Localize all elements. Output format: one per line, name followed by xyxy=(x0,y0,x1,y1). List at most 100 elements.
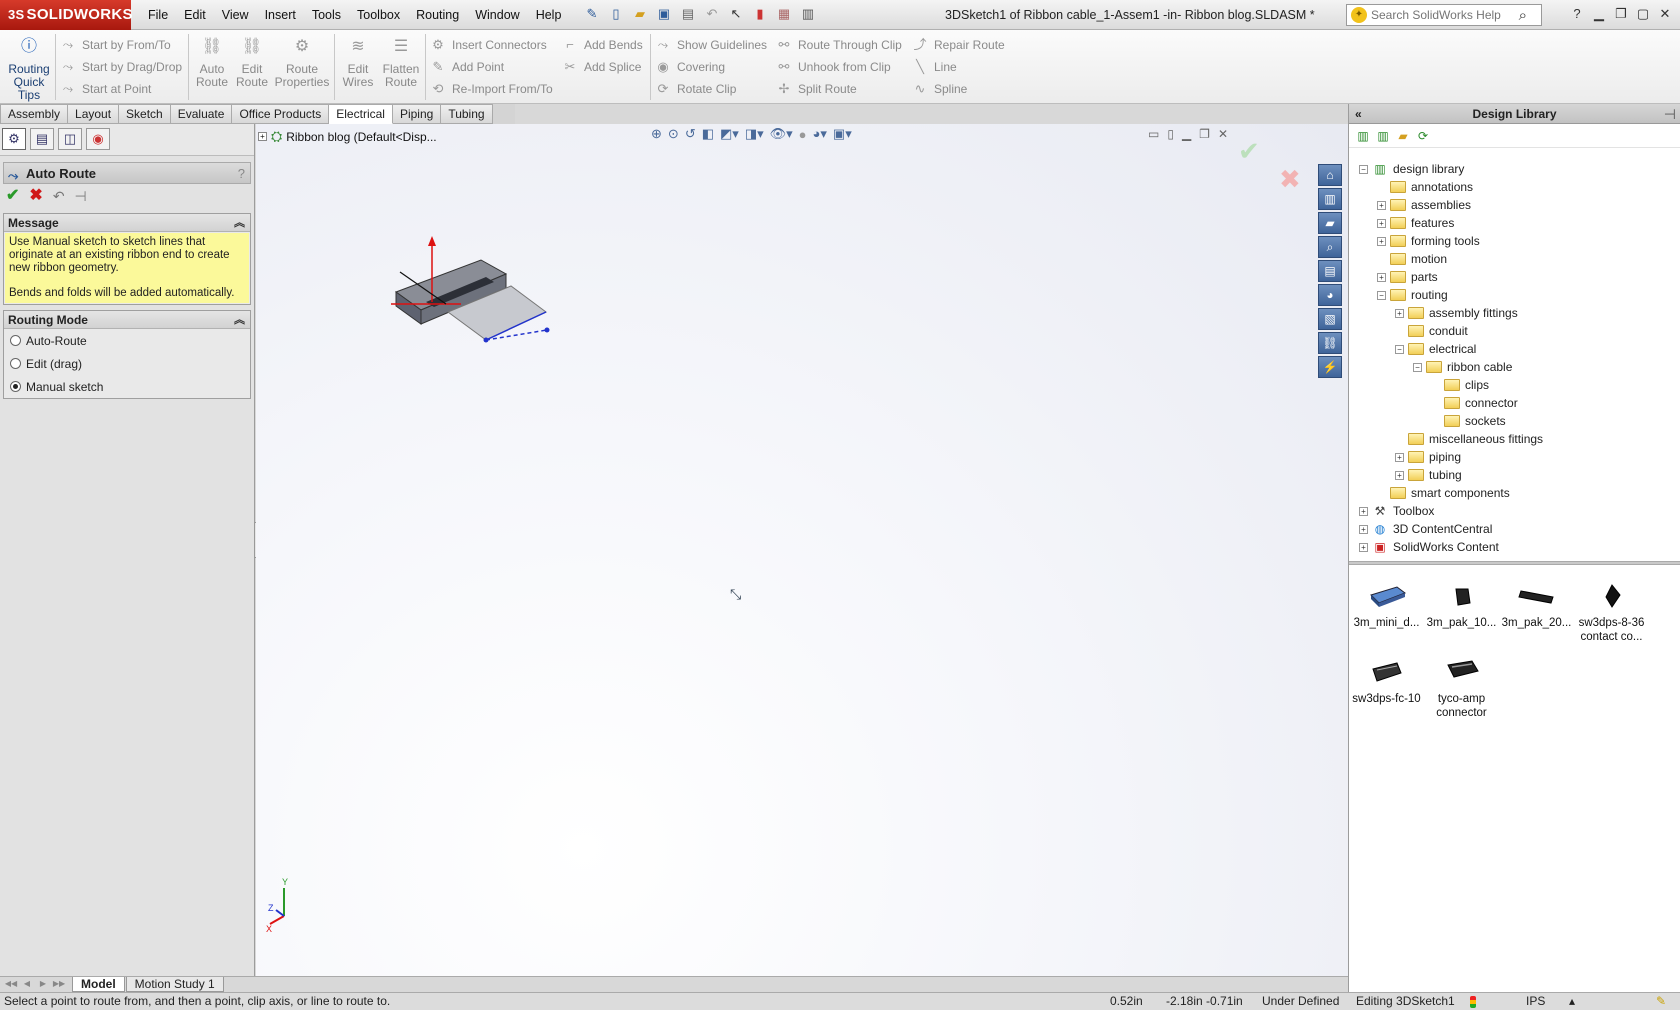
tree-node[interactable]: +piping xyxy=(1349,448,1680,466)
unhook-from-clip-button[interactable]: ⚯Unhook from Clip xyxy=(776,56,902,78)
feature-tree-flyout[interactable]: + ⛭ Ribbon blog (Default<Disp... xyxy=(258,128,437,145)
tree-node[interactable]: smart components xyxy=(1349,484,1680,502)
tree-node[interactable]: −routing xyxy=(1349,286,1680,304)
pane-splitter[interactable] xyxy=(1349,561,1680,565)
first-tab-icon[interactable]: ◀◀ xyxy=(4,977,18,991)
route-properties-button[interactable]: ⚙ Route Properties xyxy=(274,40,330,89)
collapse-pane-icon[interactable]: « xyxy=(1355,104,1362,124)
spline-button[interactable]: ∿Spline xyxy=(912,78,1005,100)
expand-icon[interactable]: + xyxy=(1359,507,1368,516)
expand-icon[interactable]: + xyxy=(1377,201,1386,210)
mode-auto-route-option[interactable]: Auto-Route xyxy=(4,329,250,352)
tree-node[interactable]: +features xyxy=(1349,214,1680,232)
tab-sketch[interactable]: Sketch xyxy=(119,104,171,124)
expand-icon[interactable]: + xyxy=(1377,237,1386,246)
refresh-icon[interactable]: ⟳ xyxy=(1415,128,1431,144)
radio-button[interactable] xyxy=(10,335,21,346)
tree-node[interactable]: +tubing xyxy=(1349,466,1680,484)
routing-library-icon[interactable]: ⛓ xyxy=(1318,332,1342,354)
rotate-clip-button[interactable]: ⟳Rotate Clip xyxy=(655,78,767,100)
expand-icon[interactable]: + xyxy=(1377,219,1386,228)
tab-layout[interactable]: Layout xyxy=(68,104,119,124)
message-header[interactable]: Message ︽ xyxy=(4,214,250,232)
edit-route-button[interactable]: ⛓ Edit Route xyxy=(232,40,272,89)
routing-quick-tips-button[interactable]: ⓘ Routing Quick Tips xyxy=(6,40,52,102)
collapse-icon[interactable]: − xyxy=(1377,291,1386,300)
ok-check-icon[interactable]: ✔ xyxy=(6,188,19,204)
viewport-restore-icon[interactable]: ❐ xyxy=(1199,127,1210,141)
split-route-button[interactable]: ✢Split Route xyxy=(776,78,902,100)
options-icon[interactable]: ▥ xyxy=(799,5,817,23)
split-view-icon[interactable]: ▯ xyxy=(1167,127,1174,141)
collapse-chevron-icon[interactable]: ︽ xyxy=(234,214,245,232)
next-tab-icon[interactable]: ▶ xyxy=(36,977,50,991)
library-item[interactable]: 3m_pak_20... xyxy=(1499,576,1574,652)
search-results-icon[interactable]: ⌕ xyxy=(1318,236,1342,258)
tree-node[interactable]: +assembly fittings xyxy=(1349,304,1680,322)
help-icon[interactable]: ? xyxy=(238,163,245,184)
library-item[interactable]: sw3dps-8-36 contact co... xyxy=(1574,576,1649,652)
pushpin-icon[interactable]: ⊣ xyxy=(75,188,87,204)
pushpin-icon[interactable]: ⊣ xyxy=(1664,104,1676,124)
expand-icon[interactable]: + xyxy=(1359,525,1368,534)
tree-node[interactable]: −electrical xyxy=(1349,340,1680,358)
add-splice-button[interactable]: ✂Add Splice xyxy=(562,56,643,78)
library-item[interactable]: sw3dps-fc-10 xyxy=(1349,652,1424,728)
tab-motion-study[interactable]: Motion Study 1 xyxy=(126,977,224,992)
menu-tools[interactable]: Tools xyxy=(304,0,349,30)
file-explorer-icon[interactable]: ▰ xyxy=(1318,212,1342,234)
expand-icon[interactable]: + xyxy=(1395,471,1404,480)
library-item[interactable]: tyco-amp connector xyxy=(1424,652,1499,728)
show-guidelines-button[interactable]: ⤳Show Guidelines xyxy=(655,34,767,56)
view-orientation-icon[interactable]: ◩▾ xyxy=(720,126,739,142)
tree-node[interactable]: annotations xyxy=(1349,178,1680,196)
menu-help[interactable]: Help xyxy=(528,0,570,30)
menu-toolbox[interactable]: Toolbox xyxy=(349,0,408,30)
collapse-icon[interactable]: − xyxy=(1359,165,1368,174)
expand-icon[interactable]: + xyxy=(1395,309,1404,318)
design-library-icon[interactable]: ▥ xyxy=(1318,188,1342,210)
print-icon[interactable]: ▤ xyxy=(679,5,697,23)
tree-node[interactable]: +assemblies xyxy=(1349,196,1680,214)
collapse-icon[interactable]: − xyxy=(1413,363,1422,372)
new-document-icon[interactable]: ▯ xyxy=(607,5,625,23)
prev-tab-icon[interactable]: ◀ xyxy=(20,977,34,991)
viewport-close-icon[interactable]: ✕ xyxy=(1218,127,1228,141)
reimport-from-to-button[interactable]: ⟲Re-Import From/To xyxy=(430,78,553,100)
collapse-chevron-icon[interactable]: ︽ xyxy=(234,311,245,329)
confirmation-cancel-icon[interactable]: ✖ xyxy=(1279,164,1301,195)
menu-window[interactable]: Window xyxy=(467,0,527,30)
tab-model[interactable]: Model xyxy=(72,977,125,992)
minimize-icon[interactable]: ▁ xyxy=(1590,4,1608,24)
view-settings-icon[interactable]: ▣▾ xyxy=(833,126,852,142)
tree-node[interactable]: +⚒Toolbox xyxy=(1349,502,1680,520)
expand-icon[interactable]: + xyxy=(1395,453,1404,462)
feature-manager-icon[interactable]: ⚙ xyxy=(2,128,26,150)
previous-view-icon[interactable]: ↺ xyxy=(685,126,696,142)
line-button[interactable]: ╲Line xyxy=(912,56,1005,78)
graphics-viewport[interactable]: + ⛭ Ribbon blog (Default<Disp... ⊕ ⊙ ↺ ◧… xyxy=(256,124,1348,976)
tab-electrical[interactable]: Electrical xyxy=(329,104,393,124)
tree-node[interactable]: −ribbon cable xyxy=(1349,358,1680,376)
tooltip-toggle-icon[interactable]: ✎ xyxy=(1656,993,1666,1010)
library-item[interactable]: 3m_pak_10... xyxy=(1424,576,1499,652)
solidworks-logo[interactable]: 3SSOLIDWORKS xyxy=(0,0,131,30)
apply-scene-icon[interactable]: ◕▾ xyxy=(813,126,827,142)
flatten-route-button[interactable]: ☰ Flatten Route xyxy=(380,40,422,89)
cancel-x-icon[interactable]: ✖ xyxy=(29,188,42,204)
view-palette-icon[interactable]: ▤ xyxy=(1318,260,1342,282)
add-to-library-icon[interactable]: ▥ xyxy=(1355,128,1371,144)
radio-button-selected[interactable] xyxy=(10,381,21,392)
routing-mode-header[interactable]: Routing Mode ︽ xyxy=(4,311,250,329)
tile-icon[interactable]: ▭ xyxy=(1148,127,1159,141)
undo-icon[interactable]: ↶ xyxy=(703,5,721,23)
solidworks-resources-icon[interactable]: ⌂ xyxy=(1318,164,1342,186)
mode-manual-sketch-option[interactable]: Manual sketch xyxy=(4,375,250,398)
add-file-location-icon[interactable]: ▥ xyxy=(1375,128,1391,144)
edit-appearance-icon[interactable]: ● xyxy=(799,127,807,142)
expand-icon[interactable]: + xyxy=(1377,273,1386,282)
tree-node[interactable]: conduit xyxy=(1349,322,1680,340)
viewport-minimize-icon[interactable]: ▁ xyxy=(1182,127,1191,141)
tab-tubing[interactable]: Tubing xyxy=(441,104,492,124)
route-through-clip-button[interactable]: ⚯Route Through Clip xyxy=(776,34,902,56)
